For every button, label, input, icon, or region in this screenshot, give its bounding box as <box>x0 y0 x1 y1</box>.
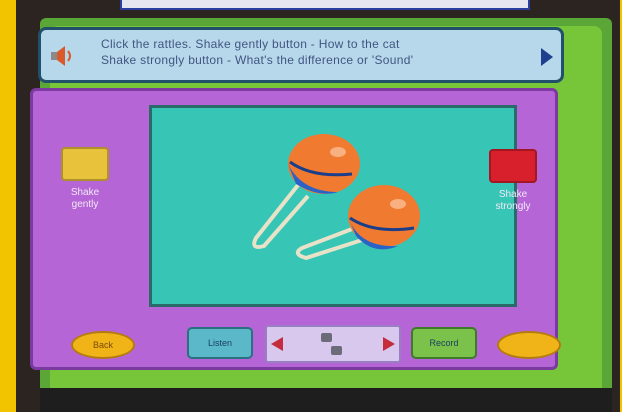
page-navigator <box>265 325 401 363</box>
shake-strongly-label-line-1: Shake <box>498 189 528 200</box>
shake-strongly-label-line-2: strongly <box>495 201 531 212</box>
back-button[interactable]: Back <box>71 331 135 359</box>
thumbnail-icon <box>331 346 342 355</box>
shake-strongly-button[interactable] <box>489 149 537 183</box>
record-button[interactable]: Record <box>411 327 477 359</box>
thumbnail-icon <box>321 333 332 342</box>
instruction-line-1: Click the rattles. Shake gently button -… <box>101 37 400 51</box>
maracas-illustration[interactable] <box>152 108 514 304</box>
maraca-1[interactable] <box>288 134 360 194</box>
prev-arrow-icon[interactable] <box>271 337 283 351</box>
shake-gently-label: Shake gently <box>45 187 125 211</box>
instruction-line-2: Shake strongly button - What's the diffe… <box>101 53 414 67</box>
shake-gently-label-line-2: gently <box>71 199 99 210</box>
shake-gently-button[interactable] <box>61 147 109 181</box>
forward-button[interactable] <box>497 331 561 359</box>
next-page-arrow-icon[interactable] <box>383 337 395 351</box>
monitor-bottom-edge <box>40 388 612 412</box>
speaker-icon[interactable] <box>49 44 75 68</box>
listen-button[interactable]: Listen <box>187 327 253 359</box>
instruction-bar: Click the rattles. Shake gently button -… <box>38 27 564 83</box>
next-arrow-icon[interactable] <box>541 48 553 66</box>
activity-panel: Shake gently Shake strongly Back Listen … <box>30 88 561 370</box>
top-window-strip <box>120 0 530 10</box>
instruction-text: Click the rattles. Shake gently button -… <box>101 36 521 68</box>
shake-strongly-label: Shake strongly <box>473 189 553 213</box>
stage <box>149 105 517 307</box>
shake-gently-label-line-1: Shake <box>70 187 100 198</box>
